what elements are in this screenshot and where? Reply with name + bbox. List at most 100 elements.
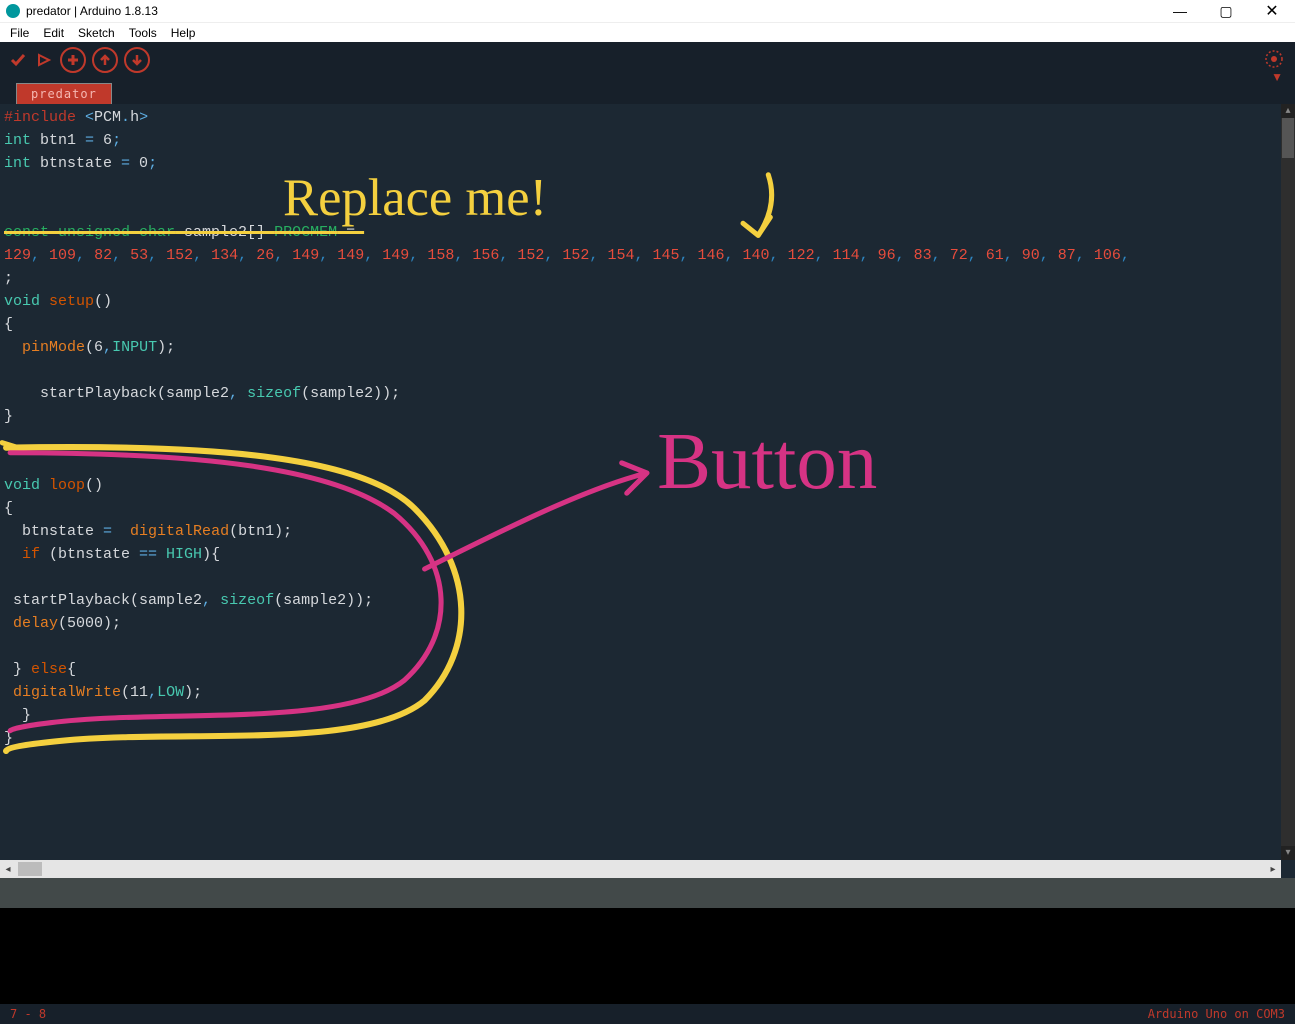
message-bar [0, 878, 1295, 908]
code-token: (sample2)); [274, 592, 373, 609]
code-token: btnstate [31, 155, 121, 172]
code-token: { [4, 316, 13, 333]
arduino-window: predator | Arduino 1.8.13 — ▢ ✕ File Edi… [0, 0, 1295, 1024]
code-token: < [85, 109, 94, 126]
open-button[interactable] [92, 47, 118, 73]
verify-button[interactable] [8, 47, 28, 73]
sketch-tab[interactable]: predator [16, 83, 112, 104]
code-token: void [4, 293, 40, 310]
code-token: } [4, 408, 13, 425]
scroll-left-icon[interactable]: ◂ [0, 864, 16, 875]
menu-sketch[interactable]: Sketch [78, 26, 115, 40]
menu-edit[interactable]: Edit [43, 26, 64, 40]
maximize-button[interactable]: ▢ [1203, 0, 1249, 22]
console-output[interactable] [0, 908, 1295, 1004]
cursor-position: 7 - 8 [10, 1007, 46, 1021]
code-token: { [4, 500, 13, 517]
code-token: int [4, 155, 31, 172]
code-token: = [337, 224, 364, 241]
code-token: h [130, 109, 139, 126]
code-token: ); [157, 339, 175, 356]
code-token: sample2[] [175, 224, 274, 241]
code-token: ); [184, 684, 202, 701]
code-token: ); [103, 615, 121, 632]
upload-button[interactable] [34, 47, 54, 73]
code-token: PROGMEM [274, 224, 337, 241]
code-token: } [4, 730, 13, 747]
code-token: LOW [157, 684, 184, 701]
code-token: PCM [94, 109, 121, 126]
code-token: 0 [130, 155, 148, 172]
code-token: 6 [94, 132, 112, 149]
code-token: btn1 [31, 132, 85, 149]
code-token: } [4, 661, 31, 678]
scroll-down-icon[interactable]: ▾ [1281, 846, 1295, 860]
code-token: , [229, 385, 238, 402]
code-token: ; [112, 132, 121, 149]
code-token: pinMode [4, 339, 85, 356]
code-editor[interactable]: #include <PCM.h> int btn1 = 6; int btnst… [0, 104, 1281, 860]
code-token: setup [40, 293, 94, 310]
close-button[interactable]: ✕ [1249, 0, 1295, 22]
editor-area: #include <PCM.h> int btn1 = 6; int btnst… [0, 104, 1295, 878]
minimize-button[interactable]: — [1157, 0, 1203, 22]
code-token: int [4, 132, 31, 149]
menu-file[interactable]: File [10, 26, 29, 40]
code-token: , [202, 592, 211, 609]
code-token: sizeof [211, 592, 274, 609]
menu-tools[interactable]: Tools [129, 26, 157, 40]
horizontal-scrollbar[interactable]: ◂ ▸ [0, 860, 1281, 878]
code-token: = [85, 132, 94, 149]
code-token: loop [40, 477, 85, 494]
code-token: HIGH [157, 546, 202, 563]
code-token: 11 [130, 684, 148, 701]
code-token: ( [58, 615, 67, 632]
tabstrip: predator [0, 78, 1295, 104]
code-token: == [139, 546, 157, 563]
code-token: startPlayback(sample2 [4, 385, 229, 402]
code-token: #include [4, 109, 85, 126]
code-token: void [4, 477, 40, 494]
scroll-right-icon[interactable]: ▸ [1265, 864, 1281, 875]
code-token: (btn1); [229, 523, 292, 540]
code-token: ( [121, 684, 130, 701]
sample-array-values: 129, 109, 82, 53, 152, 134, 26, 149, 149… [4, 247, 1139, 264]
scroll-up-icon[interactable]: ▴ [1281, 104, 1295, 118]
code-token: digitalRead [112, 523, 229, 540]
scrollbar-thumb[interactable] [1282, 118, 1294, 158]
tab-menu-icon[interactable]: ▼ [1271, 70, 1283, 84]
code-token: { [67, 661, 76, 678]
code-token: ; [148, 155, 157, 172]
statusbar: 7 - 8 Arduino Uno on COM3 [0, 1004, 1295, 1024]
code-token: () [85, 477, 103, 494]
code-token: INPUT [112, 339, 157, 356]
code-token: if [4, 546, 49, 563]
code-token: = [121, 155, 130, 172]
save-button[interactable] [124, 47, 150, 73]
code-token: , [103, 339, 112, 356]
code-token: else [31, 661, 67, 678]
window-title: predator | Arduino 1.8.13 [26, 4, 158, 18]
new-button[interactable] [60, 47, 86, 73]
code-token: digitalWrite [4, 684, 121, 701]
code-token: btnstate [4, 523, 103, 540]
code-token: delay [4, 615, 58, 632]
code-token: 5000 [67, 615, 103, 632]
menu-help[interactable]: Help [171, 26, 196, 40]
menubar: File Edit Sketch Tools Help [0, 22, 1295, 42]
code-token: , [148, 684, 157, 701]
serial-monitor-button[interactable] [1263, 48, 1285, 70]
toolbar: ▼ [0, 42, 1295, 78]
code-token: (btnstate [49, 546, 139, 563]
titlebar: predator | Arduino 1.8.13 — ▢ ✕ [0, 0, 1295, 22]
code-token: sizeof [238, 385, 301, 402]
code-token: } [4, 707, 31, 724]
code-token: () [94, 293, 112, 310]
code-token: startPlayback(sample2 [4, 592, 202, 609]
code-token: ( [85, 339, 94, 356]
code-token: > [139, 109, 148, 126]
scrollbar-thumb[interactable] [18, 862, 42, 876]
code-token: (sample2)); [301, 385, 400, 402]
code-token: const unsigned char [4, 224, 175, 241]
vertical-scrollbar[interactable]: ▴ ▾ [1281, 104, 1295, 860]
